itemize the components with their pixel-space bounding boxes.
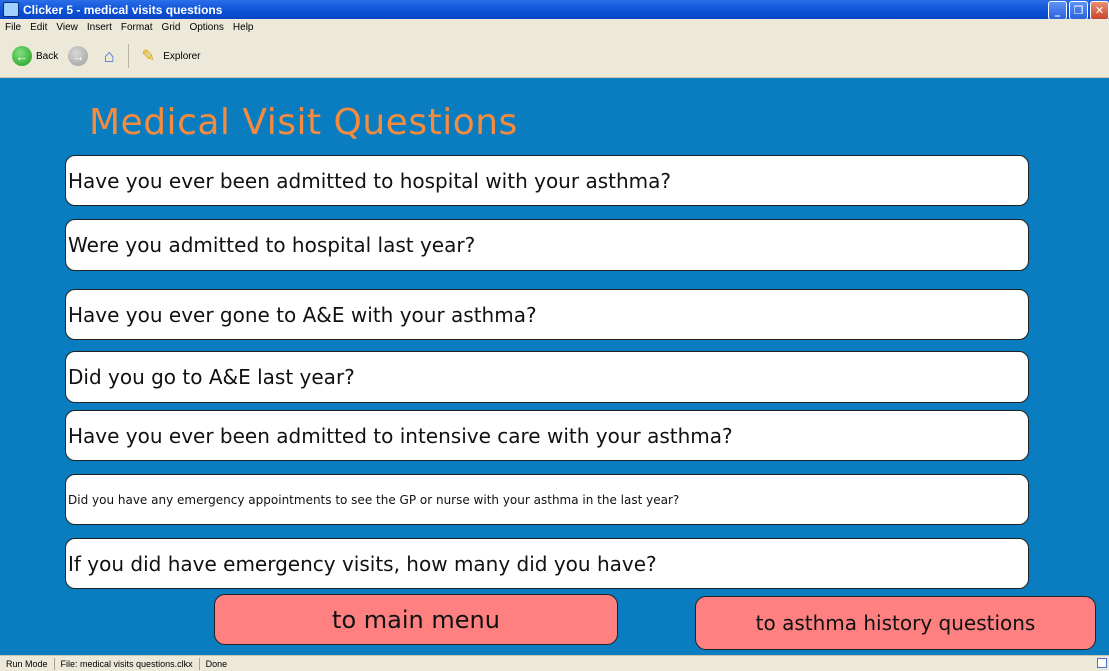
explorer-folder-icon[interactable]: ✎ bbox=[137, 46, 159, 66]
status-file: File: medical visits questions.clkx bbox=[55, 657, 200, 670]
asthma-history-button[interactable]: to asthma history questions bbox=[695, 596, 1096, 650]
minimize-button[interactable]: _ bbox=[1048, 1, 1067, 20]
main-menu-button[interactable]: to main menu bbox=[214, 594, 618, 645]
clicker-app-icon bbox=[3, 2, 19, 17]
question-cell[interactable]: Have you ever been admitted to hospital … bbox=[65, 155, 1029, 206]
menu-insert[interactable]: Insert bbox=[87, 22, 112, 33]
question-cell[interactable]: Were you admitted to hospital last year? bbox=[65, 219, 1029, 271]
status-state: Done bbox=[205, 658, 228, 669]
back-button-label[interactable]: Back bbox=[36, 51, 58, 62]
page-title: Medical Visit Questions bbox=[89, 102, 518, 143]
back-arrow-icon[interactable]: ← bbox=[12, 46, 32, 66]
menu-view[interactable]: View bbox=[56, 22, 78, 33]
question-cell[interactable]: Have you ever gone to A&E with your asth… bbox=[65, 289, 1029, 340]
toolbar-separator bbox=[128, 44, 130, 68]
menu-file[interactable]: File bbox=[5, 22, 21, 33]
explorer-button-label[interactable]: Explorer bbox=[163, 51, 200, 62]
status-bar: Run Mode File: medical visits questions.… bbox=[0, 655, 1109, 671]
question-cell[interactable]: Have you ever been admitted to intensive… bbox=[65, 410, 1029, 461]
menu-options[interactable]: Options bbox=[189, 22, 223, 33]
window-titlebar: Clicker 5 - medical visits questions _ ❐… bbox=[0, 0, 1109, 20]
close-button[interactable]: ✕ bbox=[1090, 1, 1109, 20]
menu-edit[interactable]: Edit bbox=[30, 22, 47, 33]
maximize-button[interactable]: ❐ bbox=[1069, 1, 1088, 20]
question-cell[interactable]: Did you go to A&E last year? bbox=[65, 351, 1029, 403]
menu-bar: File Edit View Insert Format Grid Option… bbox=[0, 19, 1109, 35]
menu-help[interactable]: Help bbox=[233, 22, 254, 33]
status-mode: Run Mode bbox=[0, 657, 55, 670]
menu-format[interactable]: Format bbox=[121, 22, 153, 33]
resize-grip-icon[interactable] bbox=[1097, 658, 1107, 668]
question-cell[interactable]: If you did have emergency visits, how ma… bbox=[65, 538, 1029, 589]
question-cell[interactable]: Did you have any emergency appointments … bbox=[65, 474, 1029, 525]
home-icon[interactable]: ⌂ bbox=[98, 45, 120, 67]
forward-arrow-icon[interactable]: → bbox=[68, 46, 89, 66]
menu-grid[interactable]: Grid bbox=[162, 22, 181, 33]
window-title: Clicker 5 - medical visits questions bbox=[23, 2, 223, 17]
window-controls: _ ❐ ✕ bbox=[1048, 1, 1109, 20]
toolbar: ← Back → ⌂ ✎ Explorer bbox=[0, 35, 1109, 78]
